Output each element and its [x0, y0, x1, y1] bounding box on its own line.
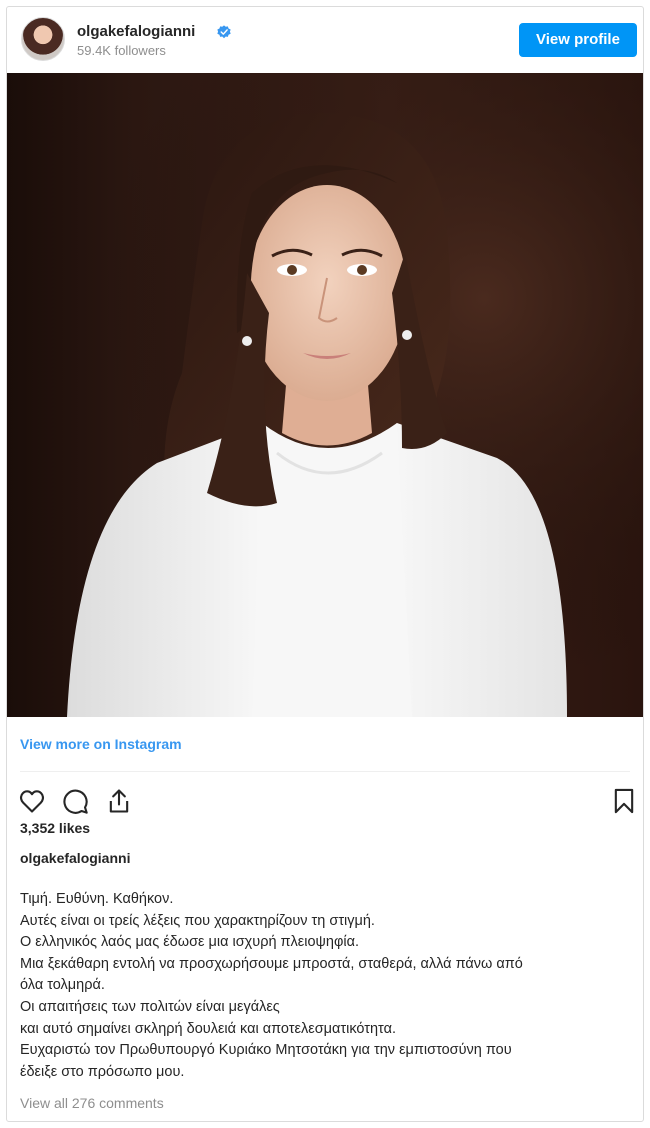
caption-line: Ευχαριστώ τον Πρωθυπουργό Κυριάκο Μητσοτ… — [20, 1042, 512, 1059]
post-header: olgakefalogianni 59.4K followers View pr… — [7, 7, 643, 73]
view-more-link[interactable]: View more on Instagram — [20, 736, 182, 752]
heart-icon[interactable] — [18, 787, 46, 815]
caption-line: όλα τολμηρά. — [20, 977, 105, 994]
share-icon[interactable] — [105, 787, 133, 815]
instagram-embed-card: olgakefalogianni 59.4K followers View pr… — [6, 6, 644, 1122]
follower-count: 59.4K followers — [77, 43, 166, 58]
avatar[interactable] — [21, 17, 65, 61]
username[interactable]: olgakefalogianni — [77, 23, 195, 40]
caption-line: Μια ξεκάθαρη εντολή να προσχωρήσουμε μπρ… — [20, 955, 523, 972]
verified-badge-icon — [217, 25, 231, 39]
bookmark-icon[interactable] — [610, 787, 638, 815]
post-photo[interactable] — [7, 73, 643, 717]
comment-icon[interactable] — [61, 787, 89, 815]
action-bar — [7, 779, 643, 819]
like-count[interactable]: 3,352 likes — [20, 820, 90, 836]
caption-line: και αυτό σημαίνει σκληρή δουλειά και απο… — [20, 1020, 396, 1037]
portrait-image — [7, 73, 643, 717]
caption-line: έδειξε στο πρόσωπο μου. — [20, 1063, 185, 1080]
caption-line: Αυτές είναι οι τρείς λέξεις που χαρακτηρ… — [20, 912, 375, 929]
caption-line: Οι απαιτήσεις των πολιτών είναι μεγάλες — [20, 998, 280, 1015]
caption-line: Τιμή. Ευθύνη. Καθήκον. — [20, 891, 174, 907]
caption-line: Ο ελληνικός λαός μας έδωσε μια ισχυρή πλ… — [20, 934, 359, 951]
divider — [20, 771, 630, 772]
view-comments-link[interactable]: View all 276 comments — [20, 1095, 164, 1111]
post-caption: Τιμή. Ευθύνη. Καθήκον. Αυτές είναι οι τρ… — [20, 889, 630, 1083]
view-profile-button[interactable]: View profile — [519, 23, 637, 57]
caption-username[interactable]: olgakefalogianni — [20, 850, 130, 866]
